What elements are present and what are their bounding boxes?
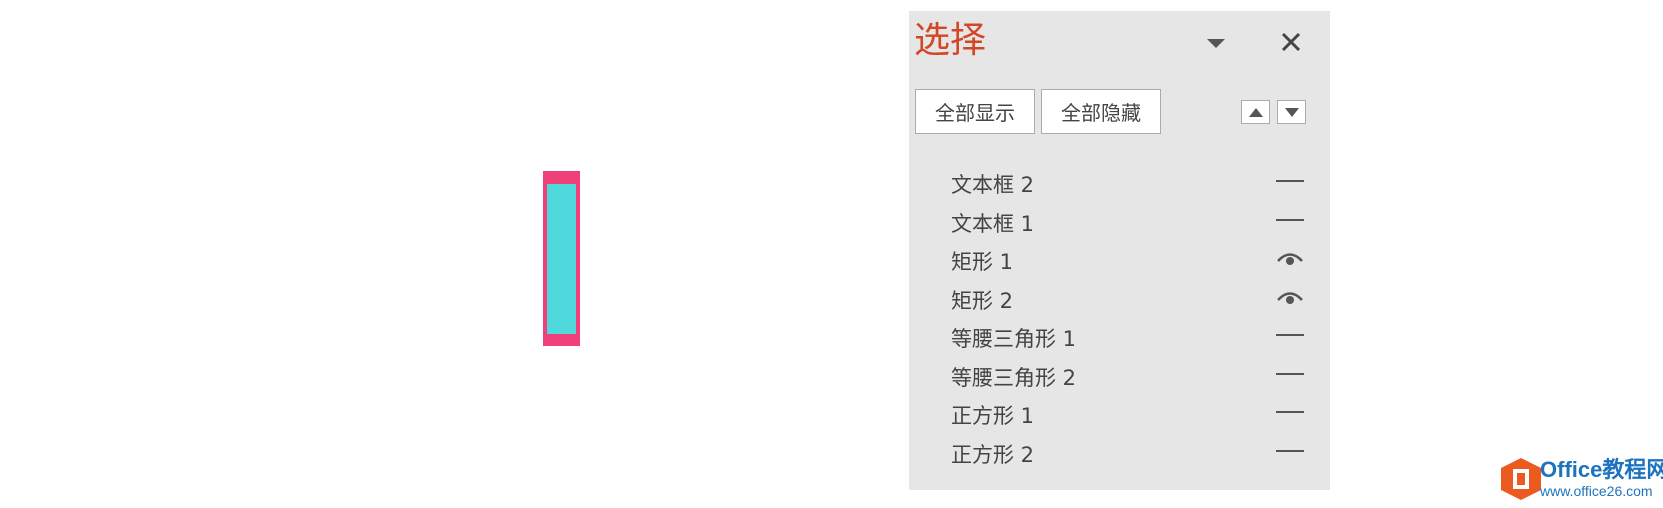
list-item[interactable]: 正方形 2 (909, 433, 1330, 472)
eye-icon (1277, 291, 1303, 304)
dash-icon (1276, 449, 1304, 452)
list-item-label: 文本框 1 (951, 211, 1035, 236)
list-item[interactable]: 文本框 2 (909, 163, 1330, 202)
list-item[interactable]: 矩形 1 (909, 240, 1330, 279)
object-list: 文本框 2 文本框 1 矩形 1 矩形 2 等腰三角形 1 等腰三角形 2 正方… (909, 163, 1330, 471)
pane-title: 选择 (914, 20, 987, 61)
close-icon (1281, 32, 1301, 52)
list-item-label: 矩形 1 (951, 250, 1014, 274)
visibility-toggle[interactable] (1272, 166, 1308, 196)
watermark-name: Office教程网 (1540, 457, 1663, 482)
visibility-toggle[interactable] (1272, 282, 1308, 312)
arrow-up-icon (1248, 107, 1263, 117)
visibility-toggle[interactable] (1272, 243, 1308, 273)
send-backward-button[interactable] (1277, 100, 1306, 124)
dash-icon (1276, 372, 1304, 375)
list-item[interactable]: 矩形 2 (909, 279, 1330, 318)
list-item[interactable]: 文本框 1 (909, 202, 1330, 241)
list-item-label: 矩形 2 (951, 288, 1014, 313)
visibility-toggle[interactable] (1272, 205, 1308, 235)
bring-forward-button[interactable] (1241, 100, 1270, 124)
list-item-label: 正方形 1 (951, 404, 1035, 428)
visibility-toggle[interactable] (1272, 436, 1308, 466)
dash-icon (1276, 334, 1304, 336)
list-item-label: 文本框 2 (951, 173, 1035, 197)
dash-icon (1276, 218, 1304, 221)
office-logo-icon (1501, 458, 1541, 500)
list-item-label: 正方形 2 (951, 442, 1035, 467)
chevron-down-icon (1207, 39, 1225, 48)
eye-icon (1277, 253, 1303, 265)
slide-rectangle-fill (547, 184, 576, 334)
visibility-toggle[interactable] (1272, 359, 1308, 389)
slide-rectangle-shape[interactable] (543, 171, 580, 346)
list-item-label: 等腰三角形 1 (951, 327, 1077, 351)
list-item-label: 等腰三角形 2 (951, 365, 1077, 390)
pane-options-button[interactable] (1201, 29, 1231, 59)
list-item[interactable]: 等腰三角形 2 (909, 356, 1330, 395)
list-item[interactable]: 等腰三角形 1 (909, 317, 1330, 356)
visibility-toggle[interactable] (1272, 320, 1308, 350)
dash-icon (1276, 180, 1304, 182)
watermark-url: www.office26.com (1540, 483, 1653, 499)
selection-pane: 选择 全部显示 全部隐藏 文本框 2 文本框 1 矩形 1 矩形 2 等腰三角形… (909, 11, 1330, 490)
list-item[interactable]: 正方形 1 (909, 394, 1330, 433)
hide-all-button[interactable]: 全部隐藏 (1041, 89, 1161, 134)
arrow-down-icon (1284, 107, 1299, 117)
show-all-button[interactable]: 全部显示 (915, 89, 1035, 134)
visibility-toggle[interactable] (1272, 397, 1308, 427)
close-button[interactable] (1274, 25, 1308, 59)
dash-icon (1276, 411, 1304, 413)
